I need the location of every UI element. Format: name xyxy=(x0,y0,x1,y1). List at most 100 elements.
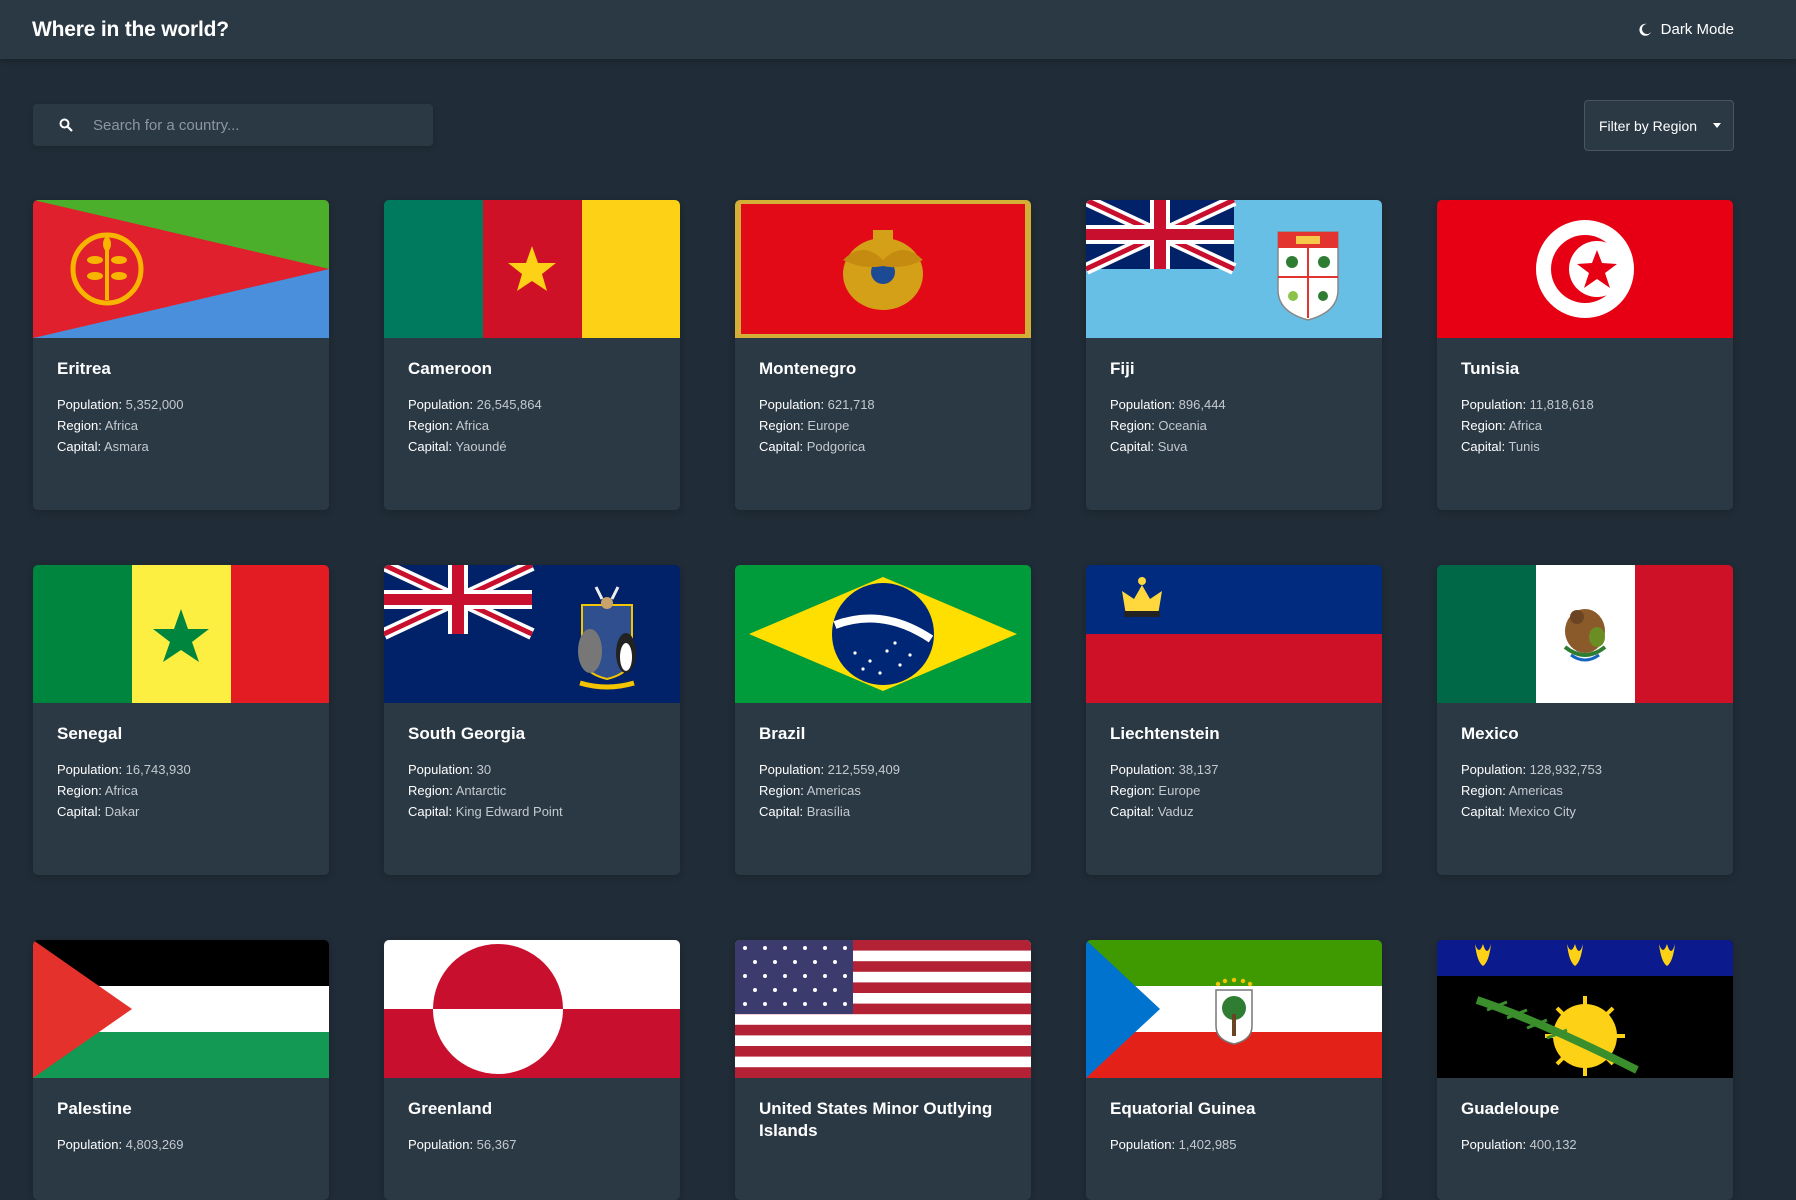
population-value: 30 xyxy=(476,762,492,777)
country-card[interactable]: Montenegro Population: 621,718 Region: Eur… xyxy=(735,200,1031,510)
country-card-body: Liechtenstein Population: 38,137 Region: E… xyxy=(1086,703,1382,846)
capital: Capital: Yaoundé xyxy=(408,436,656,457)
region: Region: Oceania xyxy=(1110,415,1358,436)
country-name: South Georgia xyxy=(408,724,526,743)
country-card-body: Equatorial Guinea Population: 1,402,985 xyxy=(1086,1078,1382,1179)
country-card-body: Guadeloupe Population: 400,132 xyxy=(1437,1078,1733,1179)
capital-value: Dakar xyxy=(104,804,140,819)
region: Region: Antarctic xyxy=(408,780,656,801)
capital-value: King Edward Point xyxy=(455,804,563,819)
capital-value: Asmara xyxy=(103,439,149,454)
country-card-body: Montenegro Population: 621,718 Region: Eur… xyxy=(735,338,1031,481)
united-states-flag-image xyxy=(735,940,1031,1078)
country-name: Liechtenstein xyxy=(1110,724,1220,743)
region-value: Oceania xyxy=(1158,418,1207,433)
senegal-flag-image xyxy=(33,565,329,703)
region: Region: Africa xyxy=(408,415,656,436)
country-card-body: Greenland Population: 56,367 xyxy=(384,1078,680,1179)
region-filter-dropdown[interactable]: Filter by Region xyxy=(1584,100,1734,151)
region-value: Antarctic xyxy=(455,783,507,798)
capital: Capital: Asmara xyxy=(57,436,305,457)
capital-label: Capital: xyxy=(1110,439,1158,454)
population: Population: 896,444 xyxy=(1110,394,1358,415)
region-value: Africa xyxy=(104,418,138,433)
moon-icon xyxy=(1639,23,1651,36)
country-card-body: Tunisia Population: 11,818,618 Region: Afr… xyxy=(1437,338,1733,481)
region-value: Americas xyxy=(1508,783,1563,798)
guadeloupe-flag-image xyxy=(1437,940,1733,1078)
country-card[interactable]: Tunisia Population: 11,818,618 Region: Afr… xyxy=(1437,200,1733,510)
country-card[interactable]: South Georgia Population: 30 Region: Antar… xyxy=(384,565,680,875)
region-label: Region: xyxy=(1461,783,1509,798)
capital-label: Capital: xyxy=(408,439,456,454)
population-value: 11,818,618 xyxy=(1529,397,1594,412)
capital-value: Yaoundé xyxy=(455,439,507,454)
country-name: United States Minor Outlying Islands xyxy=(759,1099,993,1140)
population: Population: 400,132 xyxy=(1461,1134,1709,1155)
country-card-body: Senegal Population: 16,743,930 Region: Afr… xyxy=(33,703,329,846)
country-card[interactable]: Greenland Population: 56,367 xyxy=(384,940,680,1200)
country-name: Guadeloupe xyxy=(1461,1099,1560,1118)
mexico-flag-image xyxy=(1437,565,1733,703)
country-card[interactable]: Cameroon Population: 26,545,864 Region: Af… xyxy=(384,200,680,510)
population: Population: 30 xyxy=(408,759,656,780)
app-title: Where in the world? xyxy=(32,17,229,41)
country-card[interactable]: Senegal Population: 16,743,930 Region: Afr… xyxy=(33,565,329,875)
population: Population: 212,559,409 xyxy=(759,759,1007,780)
region-label: Region: xyxy=(1110,418,1159,433)
country-name: Senegal xyxy=(57,724,123,743)
capital-value: Tunis xyxy=(1508,439,1540,454)
country-card-body: United States Minor Outlying Islands xyxy=(735,1078,1031,1180)
country-card-body: Fiji Population: 896,444 Region: Oceania Ca… xyxy=(1086,338,1382,481)
population: Population: 1,402,985 xyxy=(1110,1134,1358,1155)
country-name: Mexico xyxy=(1461,724,1519,743)
population-label: Population: xyxy=(1110,397,1179,412)
population-label: Population: xyxy=(57,762,126,777)
country-card[interactable]: Brazil Population: 212,559,409 Region: Ame… xyxy=(735,565,1031,875)
country-card-body: Palestine Population: 4,803,269 xyxy=(33,1078,329,1179)
region-label: Region: xyxy=(57,418,105,433)
country-card[interactable]: Eritrea Population: 5,352,000 Region: Afri… xyxy=(33,200,329,510)
country-card[interactable]: Equatorial Guinea Population: 1,402,985 xyxy=(1086,940,1382,1200)
liechtenstein-flag-image xyxy=(1086,565,1382,703)
capital-value: Podgorica xyxy=(806,439,866,454)
country-card[interactable]: Liechtenstein Population: 38,137 Region: E… xyxy=(1086,565,1382,875)
region-value: Europe xyxy=(1158,783,1201,798)
fiji-flag-image xyxy=(1086,200,1382,338)
search-box[interactable] xyxy=(33,104,433,146)
capital-label: Capital: xyxy=(759,439,807,454)
capital: Capital: Mexico City xyxy=(1461,801,1709,822)
country-card-body: Brazil Population: 212,559,409 Region: Ame… xyxy=(735,703,1031,846)
country-card-body: Cameroon Population: 26,545,864 Region: Af… xyxy=(384,338,680,481)
region-label: Region: xyxy=(759,418,808,433)
capital-label: Capital: xyxy=(1461,804,1509,819)
tunisia-flag-image xyxy=(1437,200,1733,338)
country-name: Equatorial Guinea xyxy=(1110,1099,1256,1118)
country-card-body: Mexico Population: 128,932,753 Region: Ame… xyxy=(1437,703,1733,846)
dark-mode-toggle[interactable]: Dark Mode xyxy=(1638,21,1734,38)
capital-label: Capital: xyxy=(1110,804,1158,819)
population-value: 128,932,753 xyxy=(1529,762,1602,777)
country-name: Cameroon xyxy=(408,359,493,378)
capital: Capital: Vaduz xyxy=(1110,801,1358,822)
region: Region: Europe xyxy=(1110,780,1358,801)
south-georgia-flag-image xyxy=(384,565,680,703)
country-name: Eritrea xyxy=(57,359,111,378)
capital-value: Suva xyxy=(1157,439,1188,454)
population-label: Population: xyxy=(57,397,126,412)
search-input[interactable] xyxy=(93,116,393,134)
region: Region: Africa xyxy=(57,780,305,801)
population-value: 1,402,985 xyxy=(1178,1137,1237,1152)
country-card[interactable]: Mexico Population: 128,932,753 Region: Ame… xyxy=(1437,565,1733,875)
country-card[interactable]: Palestine Population: 4,803,269 xyxy=(33,940,329,1200)
country-card[interactable]: Fiji Population: 896,444 Region: Oceania Ca… xyxy=(1086,200,1382,510)
country-card[interactable]: Guadeloupe Population: 400,132 xyxy=(1437,940,1733,1200)
population: Population: 16,743,930 xyxy=(57,759,305,780)
country-name: Palestine xyxy=(57,1099,132,1118)
country-card[interactable]: United States Minor Outlying Islands xyxy=(735,940,1031,1200)
population-label: Population: xyxy=(408,762,477,777)
capital: Capital: King Edward Point xyxy=(408,801,656,822)
montenegro-flag-image xyxy=(735,200,1031,338)
population-value: 5,352,000 xyxy=(125,397,184,412)
greenland-flag-image xyxy=(384,940,680,1078)
